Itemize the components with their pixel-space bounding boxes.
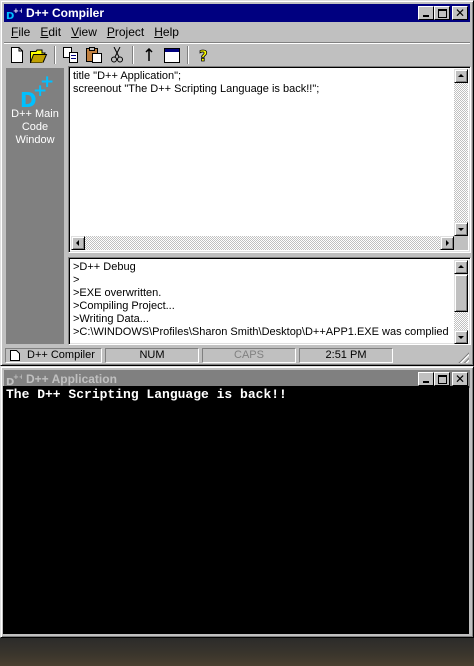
toolbar: ? [4, 42, 470, 67]
minimize-icon [423, 381, 429, 383]
scroll-up-button[interactable] [454, 69, 468, 83]
copy-icon [63, 47, 78, 63]
code-horizontal-scrollbar[interactable] [71, 236, 454, 250]
menu-view[interactable]: View [66, 23, 102, 41]
scroll-down-button[interactable] [454, 222, 468, 236]
debug-line: >Writing Data... [73, 313, 149, 325]
console-text: The D++ Scripting Language is back!! [6, 387, 287, 402]
close-icon: ✕ [454, 6, 466, 20]
document-icon [10, 350, 20, 361]
debug-line: >Compiling Project... [73, 300, 175, 312]
code-line: screenout "The D++ Scripting Language is… [73, 83, 320, 95]
dpp-logo-icon: D + + [20, 74, 54, 110]
debug-output[interactable]: >D++ Debug > >EXE overwritten. >Compilin… [68, 257, 471, 345]
up-button[interactable] [138, 45, 160, 65]
scroll-down-button[interactable] [454, 330, 468, 344]
help-button[interactable]: ? [193, 45, 215, 65]
close-button[interactable]: ✕ [452, 6, 468, 20]
close-button[interactable]: ✕ [452, 372, 468, 386]
debug-line: >C:\WINDOWS\Profiles\Sharon Smith\Deskto… [73, 326, 449, 338]
copy-button[interactable] [60, 45, 82, 65]
debug-line: > [73, 274, 80, 286]
code-editor[interactable]: title "D++ Application"; screenout "The … [68, 66, 471, 253]
maximize-button[interactable] [434, 6, 450, 20]
sidebar: D + + D++ Main Code Window [6, 68, 64, 344]
status-num: NUM [105, 348, 199, 363]
console-output[interactable]: The D++ Scripting Language is back!! [3, 386, 469, 634]
toolbar-separator [54, 46, 56, 64]
minimize-button[interactable] [418, 6, 434, 20]
maximize-icon [438, 375, 447, 384]
close-icon: ✕ [454, 372, 466, 386]
toolbar-separator [132, 46, 134, 64]
dpp-app-icon[interactable]: D ++ [6, 5, 22, 21]
dpp-app-icon[interactable]: D ++ [6, 371, 22, 387]
debug-line: >D++ Debug [73, 261, 136, 273]
scrollbar-corner [454, 236, 468, 250]
desktop-background [0, 636, 474, 666]
window-icon [164, 47, 180, 63]
svg-text:++: ++ [13, 7, 22, 15]
scroll-right-button[interactable] [440, 236, 454, 250]
up-arrow-icon [458, 74, 464, 77]
down-arrow-icon [458, 336, 464, 339]
minimize-icon [423, 15, 429, 17]
debug-line: >EXE overwritten. [73, 287, 162, 299]
resize-grip[interactable] [457, 351, 469, 363]
open-folder-icon [30, 49, 48, 63]
left-arrow-icon [76, 240, 79, 246]
menu-project[interactable]: Project [102, 23, 149, 41]
code-text: title "D++ Application"; screenout "The … [73, 70, 319, 96]
toolbar-separator [187, 46, 189, 64]
cut-button[interactable] [106, 45, 128, 65]
svg-text:?: ? [199, 47, 208, 63]
compiler-title: D++ Compiler [26, 6, 105, 20]
window-button[interactable] [161, 45, 183, 65]
svg-text:++: ++ [13, 373, 22, 381]
minimize-button[interactable] [418, 372, 434, 386]
open-button[interactable] [28, 45, 50, 65]
svg-text:+: + [40, 74, 54, 92]
paste-icon [85, 47, 102, 63]
up-arrow-icon [145, 48, 153, 61]
up-arrow-icon [458, 265, 464, 268]
main-code-window-label: D++ Main Code Window [11, 108, 59, 146]
maximize-button[interactable] [434, 372, 450, 386]
menu-help[interactable]: Help [149, 23, 184, 41]
status-app-label: D++ Compiler [27, 349, 95, 361]
paste-button[interactable] [83, 45, 105, 65]
menu-edit[interactable]: Edit [35, 23, 66, 41]
help-icon: ? [199, 47, 209, 63]
debug-text: >D++ Debug > >EXE overwritten. >Compilin… [73, 261, 449, 339]
code-vertical-scrollbar[interactable] [454, 69, 468, 236]
status-app: D++ Compiler [5, 348, 102, 363]
status-bar: D++ Compiler NUM CAPS 2:51 PM [4, 347, 470, 364]
new-file-icon [11, 47, 23, 63]
scroll-thumb[interactable] [454, 274, 468, 312]
right-arrow-icon [446, 240, 449, 246]
compiler-title-bar[interactable]: D ++ D++ Compiler ✕ [4, 4, 470, 22]
scroll-left-button[interactable] [71, 236, 85, 250]
cut-icon [111, 47, 123, 63]
menu-file[interactable]: File [6, 23, 35, 41]
new-file-button[interactable] [6, 45, 28, 65]
code-line: title "D++ Application"; [73, 70, 182, 82]
status-time: 2:51 PM [299, 348, 393, 363]
compiler-window: D ++ D++ Compiler ✕ File Edit View Project H… [0, 0, 474, 366]
menu-bar: File Edit View Project Help [4, 23, 470, 41]
scroll-up-button[interactable] [454, 260, 468, 274]
status-caps: CAPS [202, 348, 296, 363]
down-arrow-icon [458, 228, 464, 231]
main-code-window-shortcut[interactable]: D + + D++ Main Code Window [6, 68, 64, 152]
debug-vertical-scrollbar[interactable] [454, 260, 468, 344]
maximize-icon [438, 9, 447, 18]
